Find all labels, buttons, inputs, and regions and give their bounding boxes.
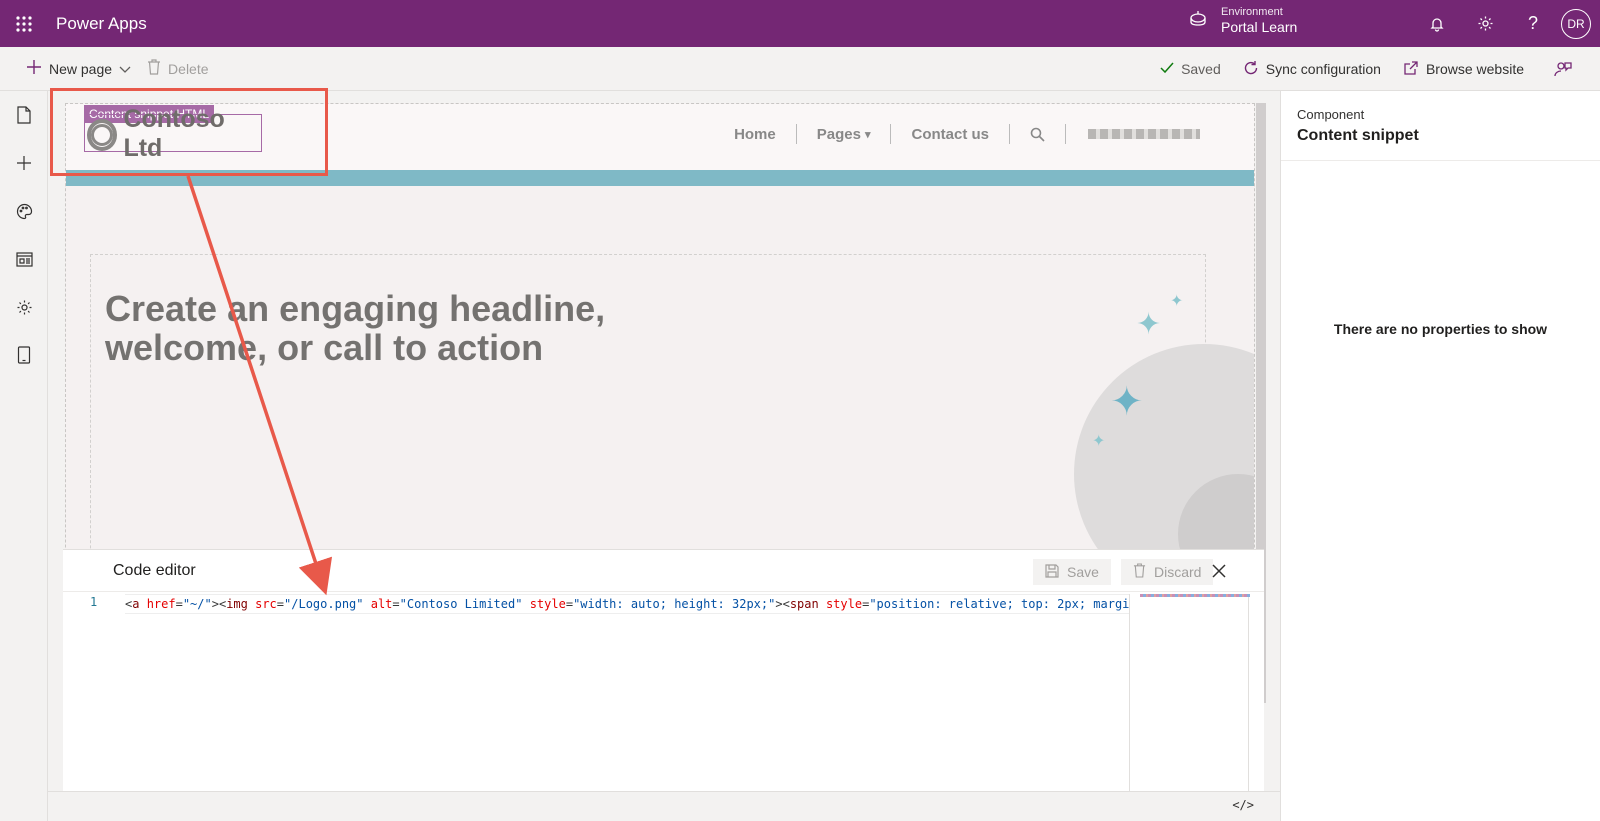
bell-icon[interactable] [1413, 0, 1461, 47]
signed-in-user-blurred[interactable] [1066, 124, 1220, 144]
plus-icon [26, 59, 42, 78]
add-component-icon[interactable] [0, 139, 48, 187]
theme-palette-icon[interactable] [0, 187, 48, 235]
command-bar: New page Delete Saved Sync configuration [0, 47, 1600, 91]
sync-icon [1243, 60, 1259, 79]
app-title[interactable]: Power Apps [56, 14, 147, 34]
mobile-preview-icon[interactable] [0, 331, 48, 379]
code-text-area[interactable]: 1 <a href="~/"><img src="/Logo.png" alt=… [63, 594, 1129, 792]
code-view-toggle-icon[interactable]: </> [1232, 798, 1254, 812]
new-page-label: New page [49, 60, 113, 77]
browse-website-button[interactable]: Browse website [1395, 47, 1532, 91]
environment-icon [1189, 9, 1207, 32]
checkmark-icon [1160, 61, 1174, 77]
nav-item-pages[interactable]: Pages [797, 124, 892, 144]
sync-configuration-button[interactable]: Sync configuration [1235, 47, 1389, 91]
environment-label: Environment [1221, 6, 1283, 18]
discard-button[interactable]: Discard [1121, 559, 1214, 585]
trash-icon [147, 59, 161, 78]
line-number: 1 [90, 595, 98, 609]
sync-label: Sync configuration [1265, 61, 1381, 77]
app-header: Power Apps Environment Portal Learn ? DR [0, 0, 1600, 47]
site-search-icon[interactable] [1010, 124, 1066, 144]
discard-label: Discard [1154, 564, 1202, 580]
panel-label: Component [1297, 107, 1365, 122]
delete-button[interactable]: Delete [139, 47, 216, 90]
code-editor-header: Code editor Save Discard [63, 550, 1264, 592]
pages-icon[interactable] [0, 91, 48, 139]
saved-label: Saved [1181, 61, 1221, 77]
help-icon[interactable]: ? [1509, 0, 1557, 47]
feedback-icon[interactable] [1546, 47, 1580, 91]
close-icon[interactable] [1208, 560, 1230, 582]
environment-picker[interactable]: Environment Portal Learn [1189, 6, 1297, 35]
nav-item-contact[interactable]: Contact us [891, 124, 1010, 144]
hero-headline: Create an engaging headline, welcome, or… [105, 288, 606, 368]
templates-icon[interactable] [0, 235, 48, 283]
canvas-footer: </> [48, 791, 1280, 821]
avatar[interactable]: DR [1561, 8, 1591, 39]
left-rail [0, 91, 48, 821]
trash-icon [1133, 563, 1146, 581]
code-minimap[interactable] [1129, 594, 1250, 792]
properties-panel: Component Content snippet There are no p… [1280, 91, 1600, 821]
code-editor-panel: Code editor Save Discard 1 <a href="~/">… [63, 549, 1264, 792]
new-page-button[interactable]: New page [18, 47, 139, 90]
chevron-down-icon [119, 61, 131, 77]
environment-name: Portal Learn [1221, 19, 1298, 35]
empty-properties-message: There are no properties to show [1333, 321, 1548, 337]
settings-gear-icon[interactable] [0, 283, 48, 331]
divider [1281, 160, 1600, 161]
site-nav: Home Pages Contact us [714, 124, 1220, 144]
annotation-highlight-box [50, 88, 328, 176]
save-label: Save [1067, 564, 1099, 580]
saved-status: Saved [1152, 47, 1229, 91]
delete-label: Delete [168, 60, 209, 77]
sparkle-icon: ✦ [1092, 433, 1106, 450]
app-launcher-icon[interactable] [0, 0, 47, 47]
sparkle-icon: ✦ [1136, 308, 1162, 341]
external-link-icon [1403, 60, 1419, 79]
nav-item-home[interactable]: Home [714, 124, 797, 144]
sparkle-icon: ✦ [1110, 380, 1144, 424]
browse-label: Browse website [1425, 61, 1524, 77]
code-editor-title: Code editor [113, 561, 196, 579]
sparkle-icon: ✦ [1170, 293, 1184, 310]
gear-icon[interactable] [1461, 0, 1509, 47]
save-button[interactable]: Save [1033, 559, 1111, 585]
panel-title: Content snippet [1297, 127, 1419, 144]
save-icon [1045, 563, 1059, 581]
code-line[interactable]: <a href="~/"><img src="/Logo.png" alt="C… [125, 594, 1129, 614]
